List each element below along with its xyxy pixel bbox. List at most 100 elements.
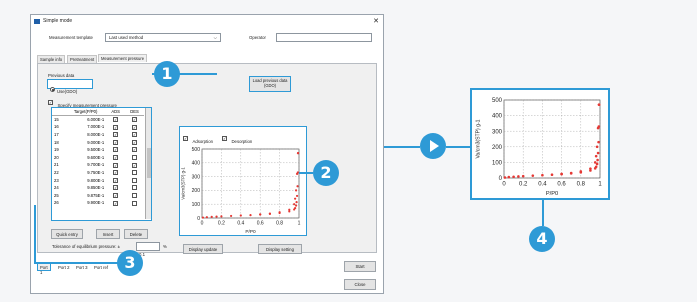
- ads-cell[interactable]: ✓: [106, 176, 125, 184]
- des-cell[interactable]: [125, 192, 144, 200]
- specify-checkbox[interactable]: ✓: [48, 100, 53, 106]
- table-row[interactable]: 23 9.800E-1 ✓: [52, 176, 144, 184]
- target-pressure-cell[interactable]: 9.500E-1: [65, 146, 106, 154]
- quick-entry-button[interactable]: Quick entry: [51, 229, 83, 239]
- table-row[interactable]: 19 9.500E-1 ✓ ✓: [52, 146, 144, 154]
- insert-button[interactable]: Insert: [96, 229, 120, 239]
- des-cell[interactable]: [125, 199, 144, 207]
- table-row[interactable]: 20 9.600E-1 ✓: [52, 154, 144, 162]
- target-pressure-cell[interactable]: 6.000E-1: [65, 116, 106, 124]
- table-row[interactable]: 25 9.875E-1 ✓: [52, 192, 144, 200]
- table-row[interactable]: 24 9.850E-1 ✓: [52, 184, 144, 192]
- tab-sample-info[interactable]: Sample info: [37, 55, 66, 63]
- tab-port-2[interactable]: Port 2: [58, 265, 69, 270]
- ads-cell[interactable]: ✓: [106, 192, 125, 200]
- operator-input[interactable]: [276, 33, 372, 42]
- des-checkbox[interactable]: [132, 155, 138, 161]
- target-pressure-cell[interactable]: 9.700E-1: [65, 161, 106, 169]
- des-checkbox[interactable]: ✓: [132, 117, 138, 123]
- ads-cell[interactable]: ✓: [106, 146, 125, 154]
- ads-cell[interactable]: ✓: [106, 184, 125, 192]
- ads-checkbox[interactable]: ✓: [113, 185, 119, 191]
- table-row[interactable]: 18 9.000E-1 ✓ ✓: [52, 138, 144, 146]
- des-cell[interactable]: [125, 154, 144, 162]
- des-checkbox[interactable]: [132, 177, 138, 183]
- target-pressure-cell[interactable]: 9.600E-1: [65, 154, 106, 162]
- delete-button[interactable]: Delete: [124, 229, 148, 239]
- table-row[interactable]: 16 7.000E-1 ✓ ✓: [52, 123, 144, 131]
- tab-pretreatment[interactable]: Pretreatment: [67, 55, 98, 63]
- ads-checkbox[interactable]: ✓: [113, 200, 119, 206]
- ads-checkbox[interactable]: ✓: [113, 193, 119, 199]
- des-checkbox[interactable]: ✓: [132, 139, 138, 145]
- target-pressure-cell[interactable]: 9.900E-1: [65, 199, 106, 207]
- tab-measurement-pressure[interactable]: Measurement pressure: [98, 54, 148, 62]
- row-index: 21: [54, 162, 59, 168]
- ads-cell[interactable]: ✓: [106, 123, 125, 131]
- des-checkbox[interactable]: [132, 193, 138, 199]
- ads-checkbox[interactable]: ✓: [113, 177, 119, 183]
- des-checkbox[interactable]: [132, 185, 138, 191]
- scrollbar-thumb[interactable]: [146, 148, 151, 178]
- display-setting-button[interactable]: Display setting: [258, 244, 302, 254]
- ads-checkbox[interactable]: ✓: [113, 162, 119, 168]
- ads-cell[interactable]: ✓: [106, 131, 125, 139]
- ads-checkbox[interactable]: ✓: [113, 155, 119, 161]
- des-checkbox[interactable]: ✓: [132, 147, 138, 153]
- ads-checkbox[interactable]: ✓: [113, 132, 119, 138]
- table-row[interactable]: 21 9.700E-1 ✓ ✓: [52, 161, 144, 169]
- enlarged-graph-panel: 0 100 200 300 400 500 0 0.2 0.4 0.6 0.8 1 P/P0 Va/cm3…: [470, 88, 610, 200]
- tab-port-3[interactable]: Port 3: [76, 265, 87, 270]
- ads-cell[interactable]: ✓: [106, 154, 125, 162]
- des-checkbox[interactable]: ✓: [132, 124, 138, 130]
- tab-port-1[interactable]: Port 1: [37, 263, 51, 275]
- target-pressure-cell[interactable]: 9.800E-1: [65, 176, 106, 184]
- des-cell[interactable]: ✓: [125, 123, 144, 131]
- tab-port-ref[interactable]: Port ref: [94, 265, 108, 270]
- ads-checkbox[interactable]: ✓: [113, 170, 119, 176]
- target-pressure-cell[interactable]: 9.850E-1: [65, 184, 106, 192]
- close-button[interactable]: Close: [344, 279, 376, 290]
- ads-cell[interactable]: ✓: [106, 199, 125, 207]
- des-cell[interactable]: [125, 169, 144, 177]
- close-icon[interactable]: ✕: [373, 17, 379, 25]
- desorption-point: [296, 152, 300, 155]
- target-pressure-cell[interactable]: 9.875E-1: [65, 192, 106, 200]
- target-pressure-cell[interactable]: 8.000E-1: [65, 131, 106, 139]
- des-cell[interactable]: ✓: [125, 116, 144, 124]
- ads-checkbox[interactable]: ✓: [113, 139, 119, 145]
- ads-cell[interactable]: ✓: [106, 161, 125, 169]
- table-row[interactable]: 22 9.750E-1 ✓: [52, 169, 144, 177]
- ads-cell[interactable]: ✓: [106, 169, 125, 177]
- des-cell[interactable]: [125, 184, 144, 192]
- des-cell[interactable]: ✓: [125, 138, 144, 146]
- des-checkbox[interactable]: [132, 200, 138, 206]
- table-scrollbar[interactable]: [145, 108, 151, 219]
- des-checkbox[interactable]: [132, 170, 138, 176]
- target-pressure-cell[interactable]: 7.000E-1: [65, 123, 106, 131]
- des-cell[interactable]: ✓: [125, 131, 144, 139]
- use-gdo-radio[interactable]: [50, 86, 55, 92]
- ads-checkbox[interactable]: ✓: [113, 147, 119, 153]
- target-pressure-cell[interactable]: 9.750E-1: [65, 169, 106, 177]
- table-row[interactable]: 26 9.900E-1 ✓: [52, 199, 144, 207]
- des-checkbox[interactable]: ✓: [132, 162, 138, 168]
- tolerance-input[interactable]: 0.1: [136, 242, 160, 257]
- des-cell[interactable]: ✓: [125, 161, 144, 169]
- table-row[interactable]: 17 8.000E-1 ✓ ✓: [52, 131, 144, 139]
- ads-checkbox[interactable]: ✓: [113, 124, 119, 130]
- des-cell[interactable]: [125, 176, 144, 184]
- ads-checkbox[interactable]: ✓: [113, 117, 119, 123]
- start-button[interactable]: Start: [344, 261, 376, 272]
- adsorption-point: [294, 204, 298, 207]
- des-checkbox[interactable]: ✓: [132, 132, 138, 138]
- load-previous-data-button[interactable]: Load previous data (GDO): [249, 76, 291, 92]
- template-select[interactable]: Last used method ⌵: [105, 33, 221, 42]
- ads-cell[interactable]: ✓: [106, 138, 125, 146]
- ads-cell[interactable]: ✓: [106, 116, 125, 124]
- display-update-button[interactable]: Display update: [183, 244, 223, 254]
- use-gdo-option[interactable]: Use(GDO): [47, 79, 93, 94]
- table-row[interactable]: 15 6.000E-1 ✓ ✓: [52, 116, 144, 124]
- target-pressure-cell[interactable]: 9.000E-1: [65, 138, 106, 146]
- des-cell[interactable]: ✓: [125, 146, 144, 154]
